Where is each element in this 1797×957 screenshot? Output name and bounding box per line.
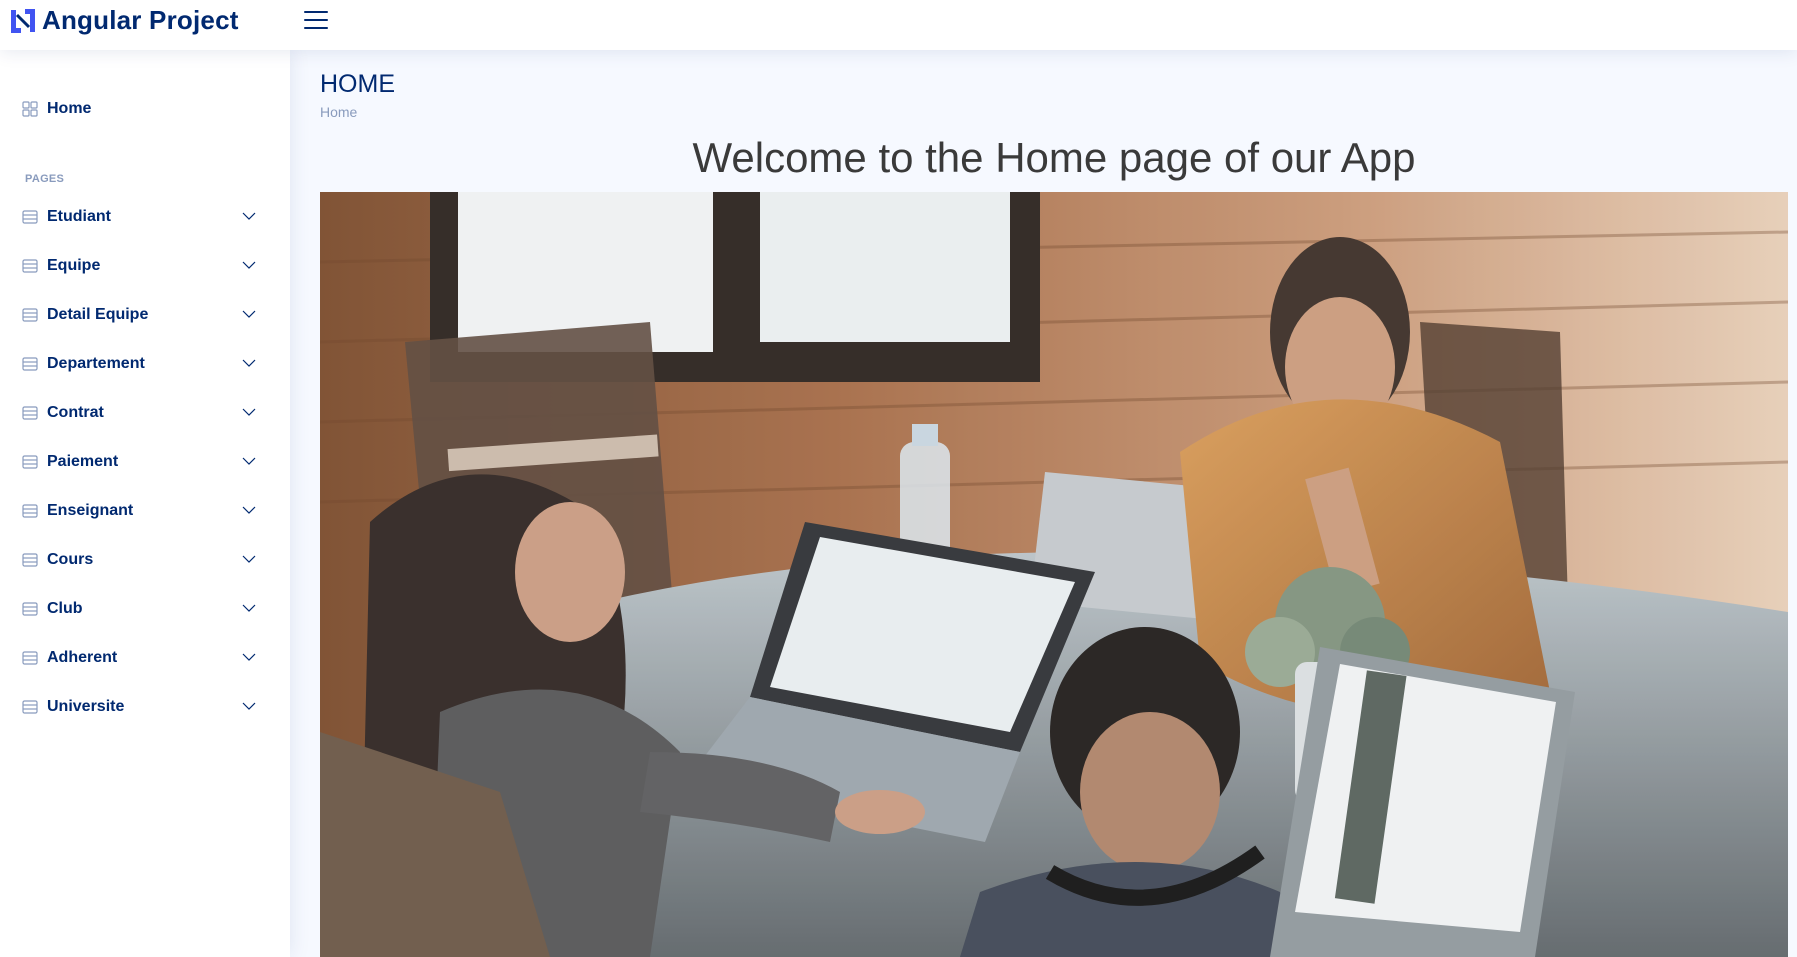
team-working-on-laptops-photo (320, 192, 1788, 957)
layout-text-icon (22, 308, 38, 322)
sidebar-item-detail-equipe[interactable]: Detail Equipe (22, 298, 258, 332)
chevron-down-icon (242, 506, 256, 514)
chevron-down-icon (242, 359, 256, 367)
chevron-down-icon (242, 604, 256, 612)
chevron-down-icon (242, 653, 256, 661)
layout-text-icon (22, 210, 38, 224)
hamburger-icon (304, 11, 328, 13)
sidebar: Home PAGES Etudiant Equipe Detail Equipe De… (0, 50, 290, 957)
top-header: Angular Project (0, 0, 1797, 50)
layout-text-icon (22, 406, 38, 420)
sidebar-item-label: Paiement (47, 453, 119, 470)
sidebar-item-label: Cours (47, 551, 94, 568)
hero-image (320, 192, 1788, 957)
sidebar-item-equipe[interactable]: Equipe (22, 249, 258, 283)
layout-text-icon (22, 553, 38, 567)
page-title-block: HOME Home (320, 70, 395, 120)
sidebar-item-label: Home (47, 100, 92, 117)
sidebar-item-departement[interactable]: Departement (22, 347, 258, 381)
layout-text-icon (22, 357, 38, 371)
sidebar-item-label: Equipe (47, 257, 101, 274)
chevron-down-icon (242, 457, 256, 465)
welcome-heading: Welcome to the Home page of our App (692, 134, 1416, 181)
sidebar-item-label: Detail Equipe (47, 306, 149, 323)
sidebar-item-club[interactable]: Club (22, 592, 258, 626)
sidebar-item-contrat[interactable]: Contrat (22, 396, 258, 430)
grid-icon (22, 101, 38, 117)
brand-logo[interactable]: Angular Project (8, 5, 239, 36)
logo-icon (11, 8, 35, 33)
sidebar-item-label: Adherent (47, 649, 118, 666)
layout-text-icon (22, 259, 38, 273)
sidebar-item-adherent[interactable]: Adherent (22, 641, 258, 675)
chevron-down-icon (242, 261, 256, 269)
chevron-down-icon (242, 555, 256, 563)
sidebar-toggle-button[interactable] (304, 9, 330, 31)
sidebar-item-home[interactable]: Home (22, 92, 258, 126)
layout-text-icon (22, 504, 38, 518)
sidebar-item-label: Club (47, 600, 83, 617)
chevron-down-icon (242, 212, 256, 220)
sidebar-item-enseignant[interactable]: Enseignant (22, 494, 258, 528)
layout-text-icon (22, 455, 38, 469)
sidebar-item-label: Etudiant (47, 208, 111, 225)
sidebar-item-label: Departement (47, 355, 145, 372)
page-title: HOME (320, 70, 395, 98)
nav-heading-pages: PAGES (25, 173, 65, 185)
chevron-down-icon (242, 310, 256, 318)
sidebar-item-paiement[interactable]: Paiement (22, 445, 258, 479)
brand-name: Angular Project (42, 5, 239, 35)
chevron-down-icon (242, 702, 256, 710)
layout-text-icon (22, 651, 38, 665)
sidebar-item-label: Enseignant (47, 502, 134, 519)
layout-text-icon (22, 602, 38, 616)
sidebar-item-cours[interactable]: Cours (22, 543, 258, 577)
sidebar-item-label: Contrat (47, 404, 104, 421)
sidebar-item-etudiant[interactable]: Etudiant (22, 200, 258, 234)
layout-text-icon (22, 700, 38, 714)
sidebar-item-label: Universite (47, 698, 125, 715)
sidebar-item-universite[interactable]: Universite (22, 690, 258, 724)
chevron-down-icon (242, 408, 256, 416)
breadcrumb[interactable]: Home (320, 104, 395, 120)
